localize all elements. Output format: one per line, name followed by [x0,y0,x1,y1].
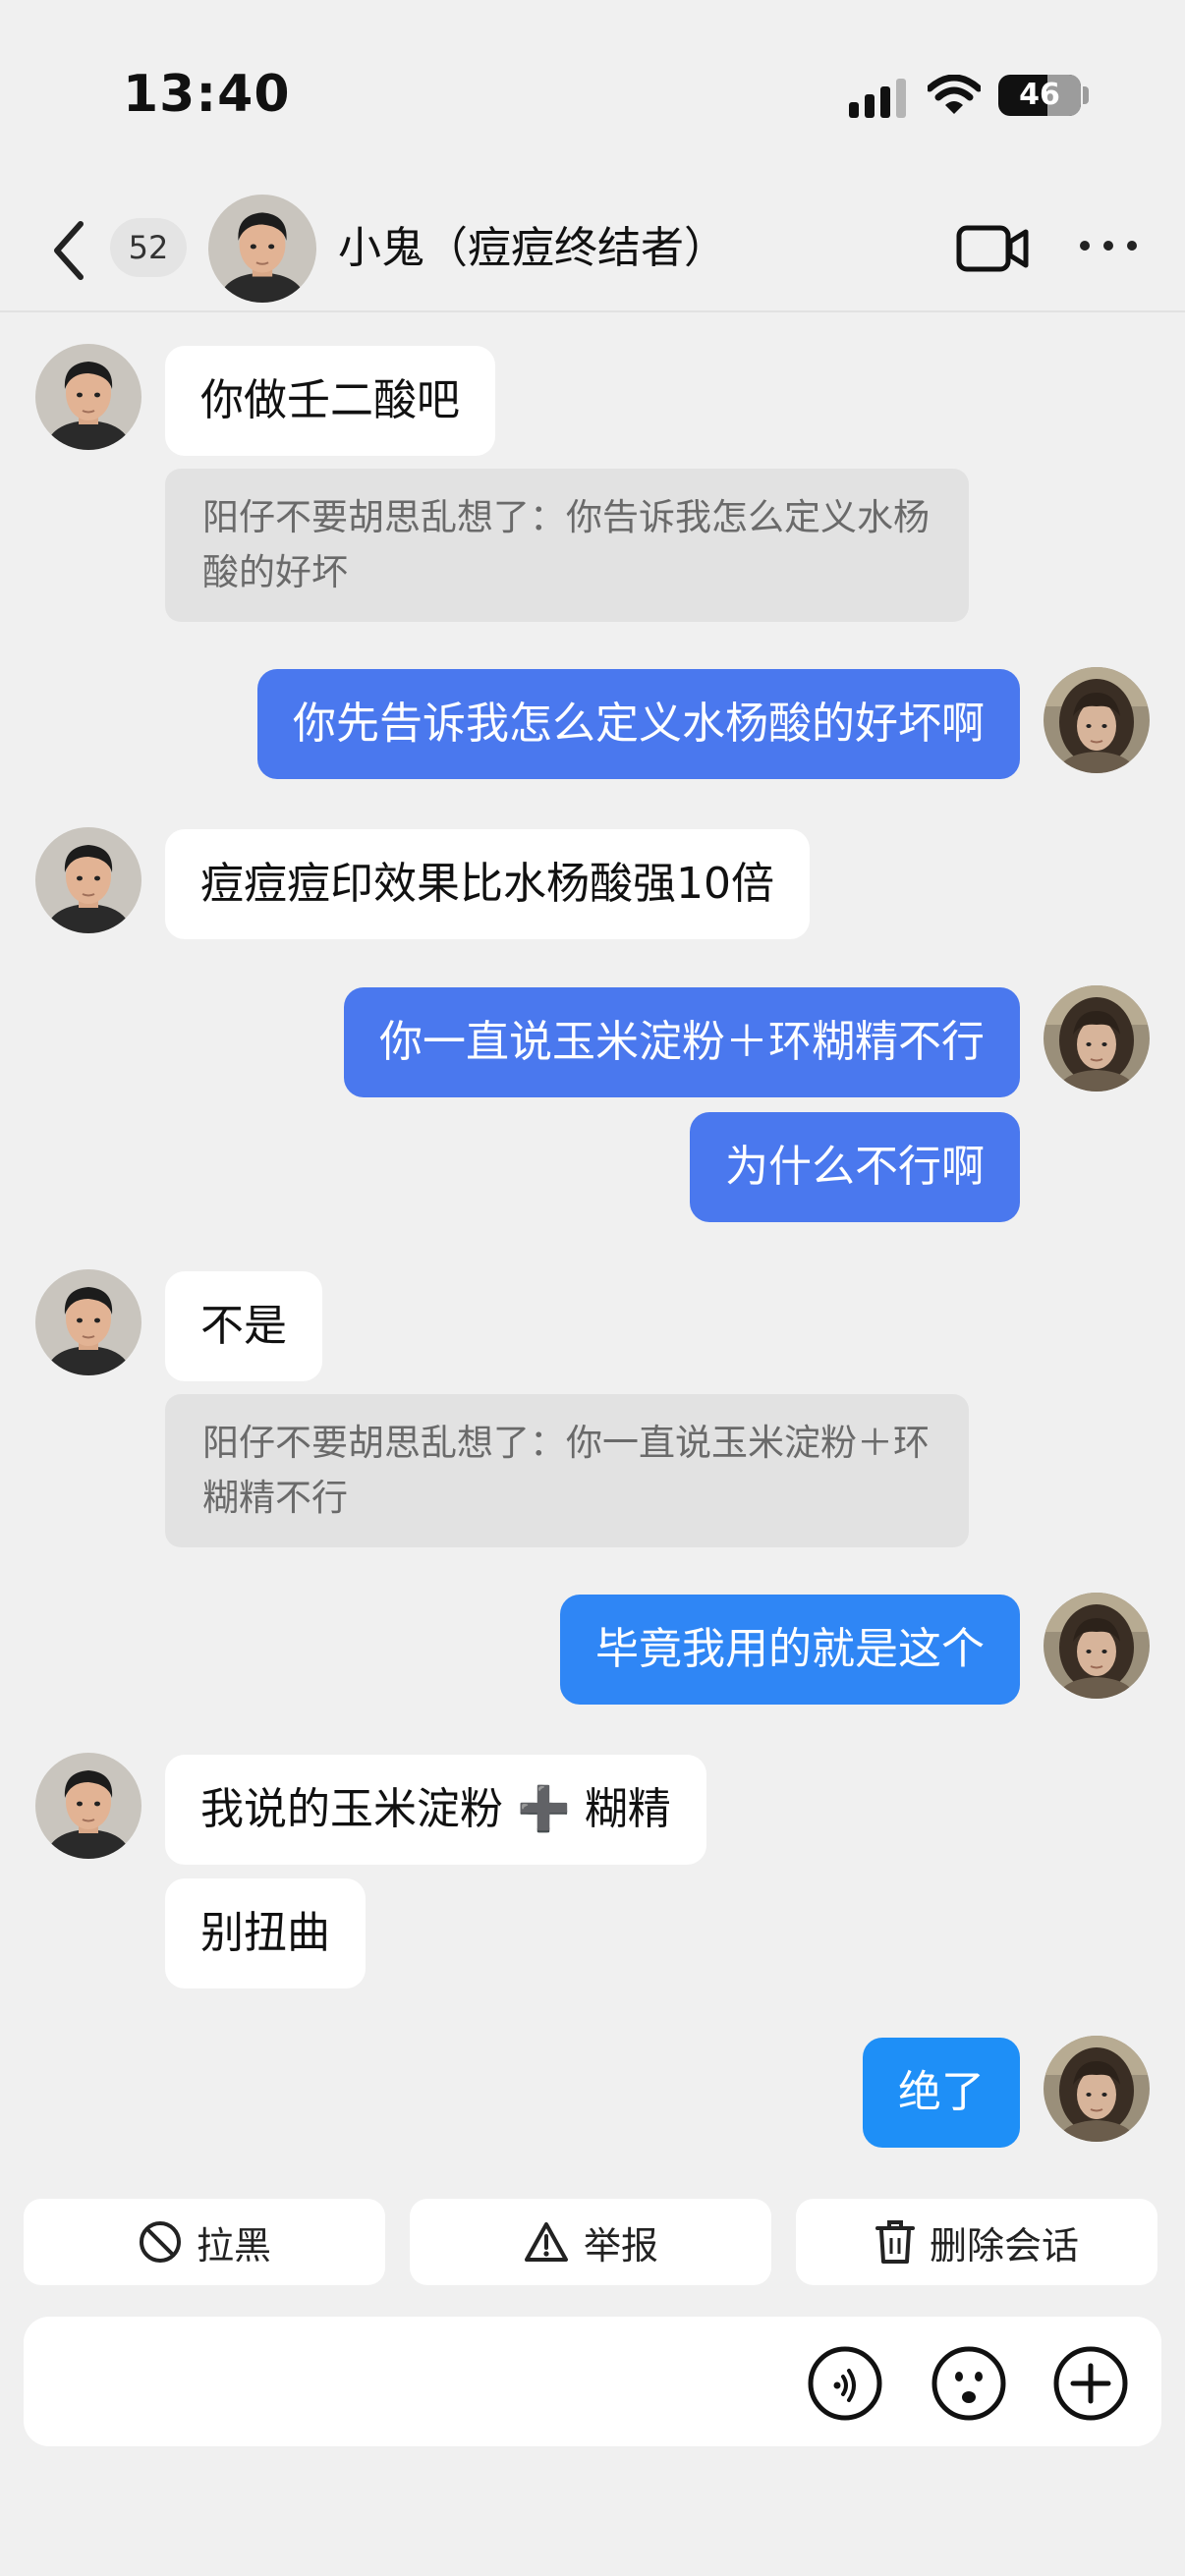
contact-message-avatar[interactable] [35,827,141,933]
my-message-avatar[interactable] [1044,2036,1150,2142]
block-button[interactable]: 拉黑 [24,2199,385,2285]
message-input[interactable] [53,2340,495,2423]
block-label: 拉黑 [196,2223,271,2268]
plus-circle-icon[interactable] [1051,2344,1130,2423]
contact-message-avatar[interactable] [35,1753,141,1859]
delete-conversation-label: 删除会话 [929,2223,1079,2268]
outgoing-message[interactable]: 为什么不行啊 [690,1112,1020,1222]
wifi-icon [928,75,981,114]
my-message-avatar[interactable] [1044,667,1150,773]
incoming-message[interactable]: 不是 [165,1271,322,1381]
battery-tip [1083,86,1089,104]
contact-name[interactable]: 小鬼（痘痘终结者） [338,216,727,281]
outgoing-message[interactable]: 毕竟我用的就是这个 [560,1595,1020,1705]
incoming-message[interactable]: 别扭曲 [165,1878,366,1988]
unread-count-badge[interactable]: 52 [110,218,187,277]
contact-message-avatar[interactable] [35,1269,141,1375]
delete-conversation-button[interactable]: 删除会话 [796,2199,1157,2285]
report-button[interactable]: 举报 [410,2199,771,2285]
report-label: 举报 [583,2223,658,2268]
voice-icon[interactable] [806,2344,884,2423]
contact-avatar[interactable] [208,195,316,303]
battery-indicator: 46 [998,75,1081,116]
quoted-reply[interactable]: 阳仔不要胡思乱想了：你告诉我怎么定义水杨酸的好坏 [165,469,969,622]
message-input-bar [24,2317,1161,2446]
chat-screen: 13:40 46 52 小鬼（痘痘终结者） 你做壬二酸吧 阳仔不要胡思乱想了：你… [0,0,1185,2576]
contact-message-avatar[interactable] [35,344,141,450]
status-bar: 13:40 46 [0,0,1185,187]
battery-level: 46 [1019,78,1060,112]
outgoing-message[interactable]: 你先告诉我怎么定义水杨酸的好坏啊 [257,669,1020,779]
incoming-message[interactable]: 你做壬二酸吧 [165,346,495,456]
status-time: 13:40 [123,65,291,124]
my-message-avatar[interactable] [1044,1593,1150,1699]
emoji-icon[interactable] [930,2344,1008,2423]
video-camera-icon[interactable] [955,218,1030,277]
chat-header: 52 小鬼（痘痘终结者） [0,187,1185,312]
quoted-reply[interactable]: 阳仔不要胡思乱想了：你一直说玉米淀粉＋环糊精不行 [165,1394,969,1547]
block-circle-icon [139,2221,181,2263]
outgoing-message[interactable]: 绝了 [863,2038,1020,2148]
outgoing-message[interactable]: 你一直说玉米淀粉＋环糊精不行 [344,987,1020,1097]
cellular-signal-icon [849,79,906,118]
trash-icon [875,2220,915,2264]
incoming-message[interactable]: 我说的玉米淀粉 ➕ 糊精 [165,1755,706,1865]
my-message-avatar[interactable] [1044,985,1150,1092]
warning-triangle-icon [524,2222,568,2262]
more-dots-icon[interactable] [1073,226,1144,265]
incoming-message[interactable]: 痘痘痘印效果比水杨酸强10倍 [165,829,810,939]
chevron-left-icon[interactable] [45,216,94,285]
